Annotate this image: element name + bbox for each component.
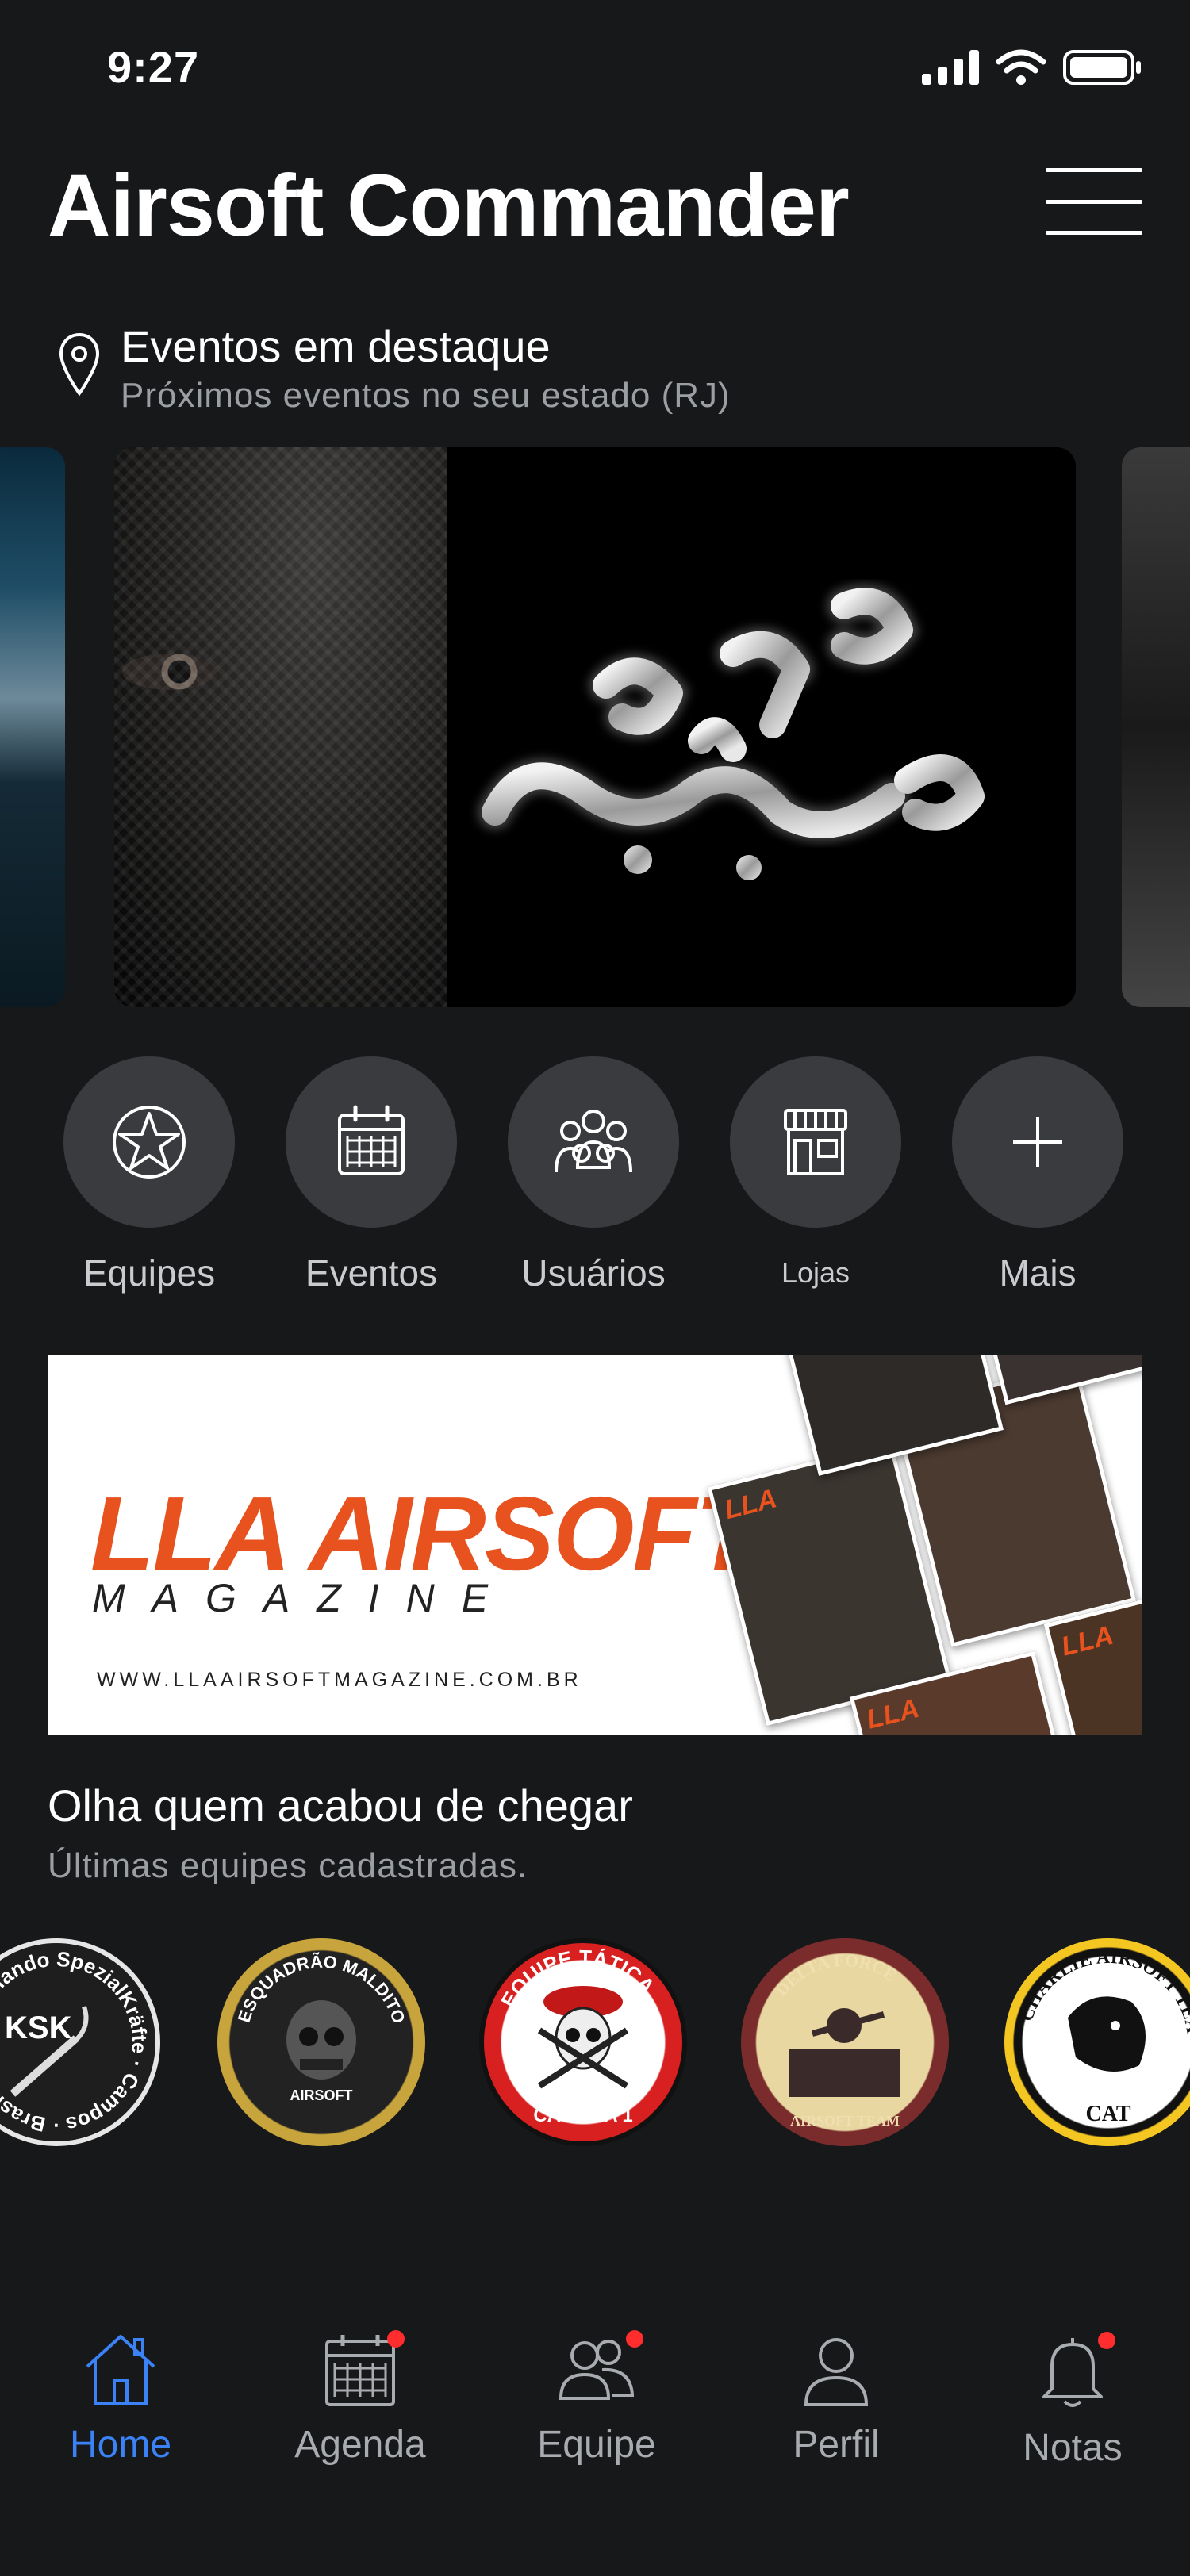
event-calligraphy-artwork [478,584,985,880]
newcomers-title: Olha quem acabou de chegar [48,1781,633,1830]
nav-perfil[interactable]: Perfil [757,2332,916,2467]
featured-title: Eventos em destaque [121,321,551,371]
ad-banner[interactable]: LLA AIRSOFT MAGAZINE WWW.LLAAIRSOFTMAGAZ… [48,1355,1142,1735]
nav-home[interactable]: Home [41,2332,200,2467]
status-time: 9:27 [107,42,200,92]
home-icon [86,2335,155,2405]
nav-notas[interactable]: Notas [993,2332,1152,2470]
quick-action-circle[interactable] [952,1056,1123,1228]
menu-button[interactable] [1046,168,1142,235]
quick-action-lojas[interactable]: Lojas [730,1056,901,1290]
team-badge-ksk[interactable]: Kommando SpezialKräfte · Campos · Brasil… [0,1938,160,2146]
team-badge-esquadrao-maldito[interactable]: ESQUADRÃO MALDITO AIRSOFT [217,1938,425,2146]
quick-action-circle[interactable] [286,1056,457,1228]
quick-action-circle[interactable] [730,1056,901,1228]
users-icon [555,1110,632,1173]
team-text: KSK [5,2011,72,2045]
banner-tagline: MAGAZINE [92,1576,516,1620]
cat-badge-art: CHARLIE AIRSOFT TEAM CAT [1004,1938,1190,2126]
plus-icon [1013,1117,1062,1167]
team-text: AIRSOFT [290,2087,353,2103]
quick-action-usuarios[interactable]: Usuários [508,1056,679,1294]
banner-magazine-collage: LLA LLA LLA LLA LLA LLA [654,1355,1142,1735]
nav-label: Home [69,2424,172,2466]
calendar-icon [338,1105,405,1175]
esquadrao-badge-art: ESQUADRÃO MALDITO AIRSOFT [234,1952,409,2103]
team-badge-delta-force[interactable]: DELTA FORCE AIRSOFT TEAM [741,1938,949,2146]
nav-agenda[interactable]: Agenda [281,2330,440,2467]
event-image-figure [114,447,447,1007]
banner-url: WWW.LLAAIRSOFTMAGAZINE.COM.BR [97,1669,582,1691]
quick-action-label: Eventos [305,1252,438,1294]
event-card-previous[interactable] [0,447,65,1007]
team-text: CAT [1085,2102,1130,2126]
location-pin-icon [59,332,100,397]
menu-line [1046,168,1142,172]
quick-action-equipes[interactable]: Equipes [63,1056,235,1294]
nav-label: Agenda [294,2424,426,2466]
caveira-badge-art: EQUIPE TÁTICA CAVEIRA 1 [496,1945,659,2126]
nav-label: Perfil [793,2424,880,2466]
menu-line [1046,231,1142,235]
nav-label: Notas [1023,2427,1123,2469]
team-badge-cat[interactable]: CHARLIE AIRSOFT TEAM CAT [1004,1938,1190,2146]
quick-action-label: Usuários [521,1252,666,1294]
newcomers-subtitle: Últimas equipes cadastradas. [48,1846,528,1885]
quick-action-label: Equipes [83,1252,216,1294]
battery-icon [1063,50,1141,85]
notification-dot [626,2330,643,2348]
team-badge-caveira-1[interactable]: EQUIPE TÁTICA CAVEIRA 1 [479,1938,687,2146]
notification-dot [1098,2332,1115,2349]
quick-action-circle[interactable] [63,1056,235,1228]
quick-action-label: Lojas [781,1256,850,1289]
event-image-eye [122,654,217,690]
signal-icon [922,50,979,85]
calendar-icon [325,2335,395,2406]
featured-subtitle: Próximos eventos no seu estado (RJ) [121,376,731,415]
wifi-icon [996,49,1046,85]
quick-action-circle[interactable] [508,1056,679,1228]
notification-dot [387,2330,405,2348]
menu-line [1046,199,1142,204]
delta-badge-art: DELTA FORCE AIRSOFT TEAM [771,1950,900,2129]
event-card-next[interactable] [1122,447,1190,1007]
quick-action-eventos[interactable]: Eventos [286,1056,457,1294]
star-icon [113,1106,186,1179]
nav-label: Equipe [537,2424,656,2466]
store-icon [784,1109,847,1175]
ksk-badge-art: Kommando SpezialKräfte · Campos · Brasil… [0,1947,152,2137]
team-text: CAVEIRA 1 [533,2105,632,2126]
team-ring-text: DELTA FORCE [771,1950,900,2000]
app-title: Airsoft Commander [48,157,850,255]
profile-icon [804,2338,869,2406]
quick-action-label: Mais [999,1252,1077,1294]
status-icons [922,49,1142,86]
team-text: AIRSOFT TEAM [790,2113,900,2129]
nav-equipe[interactable]: Equipe [517,2330,676,2467]
event-card-featured[interactable] [114,447,1076,1007]
quick-action-mais[interactable]: Mais [952,1056,1123,1294]
